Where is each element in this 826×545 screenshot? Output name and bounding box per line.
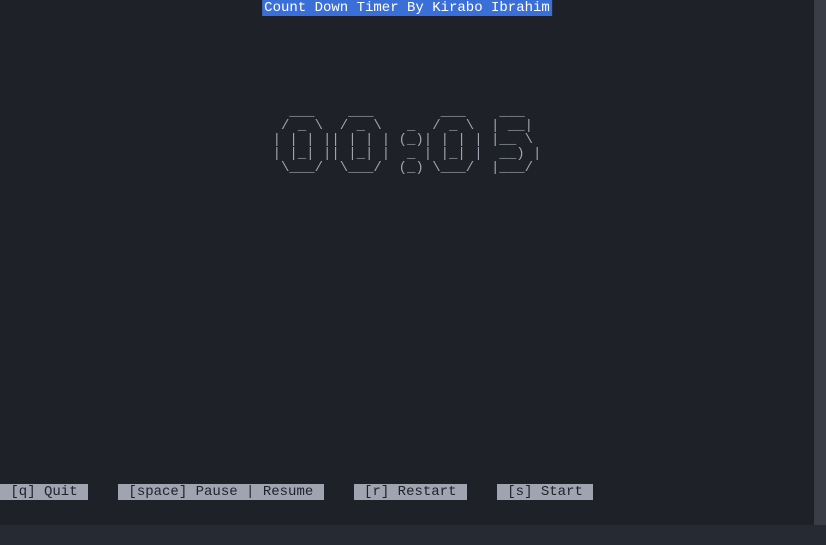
footer-bar: [q] Quit [space] Pause | Resume [r] Rest…	[0, 484, 593, 500]
terminal-main: Count Down Timer By Kirabo Ibrahim ___ _…	[0, 0, 814, 525]
app-title: Count Down Timer By Kirabo Ibrahim	[262, 0, 552, 16]
bottom-bar	[0, 525, 826, 545]
start-hint: [s] Start	[497, 484, 593, 500]
scrollbar[interactable]	[814, 0, 826, 525]
countdown-timer-display: ___ ___ ___ ___ / _ \ / _ \ _ / _ \ | __…	[273, 105, 542, 175]
pause-resume-hint: [space] Pause | Resume	[118, 484, 324, 500]
quit-hint: [q] Quit	[0, 484, 88, 500]
restart-hint: [r] Restart	[354, 484, 467, 500]
